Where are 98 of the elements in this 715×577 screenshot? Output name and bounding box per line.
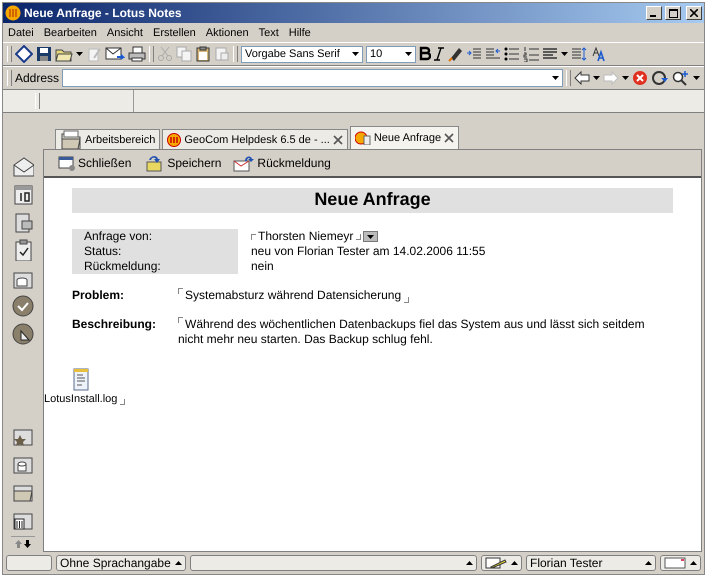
attachment-name[interactable]: LotusInstall.log [44,393,118,405]
name-field[interactable]: Thorsten Niemeyr [251,229,378,244]
stop-icon[interactable] [632,70,648,86]
menu-item[interactable]: Bearbeiten [38,26,102,38]
window-close-icon[interactable] [58,155,76,171]
caret-down-icon[interactable] [76,52,83,56]
caret-down-icon[interactable] [367,234,374,238]
action-button[interactable]: Speichern [143,154,222,172]
maximize-button[interactable] [665,6,681,20]
text-style-icon[interactable] [590,46,606,62]
caret-down-icon[interactable] [405,52,412,56]
tab[interactable]: GeoCom Helpdesk 6.5 de - ... [162,129,348,149]
document-logo-icon[interactable] [354,131,371,145]
paste-icon[interactable] [195,46,211,62]
dropdown-button[interactable] [363,231,378,242]
numbered-list-icon[interactable] [523,46,539,62]
address-field[interactable] [62,69,563,87]
bullet-list-icon[interactable] [504,46,520,62]
caret-down-icon[interactable] [593,76,600,80]
field-start-mark [178,317,183,323]
helpdesk-logo-icon[interactable] [167,132,182,146]
cut-icon [157,46,173,62]
pen-icon[interactable] [485,557,507,569]
field-label: Beschreibung: [72,317,158,333]
print-icon[interactable] [128,46,146,62]
diamond-icon[interactable] [15,45,33,63]
italic-icon[interactable] [434,46,444,62]
mail-button[interactable] [660,555,701,571]
log-file-icon[interactable] [72,367,90,391]
font-select[interactable]: Vorgabe Sans Serif [241,46,363,62]
mail-icon[interactable] [664,557,686,569]
status-panel[interactable] [6,555,52,571]
envelope-arrow-icon[interactable] [233,154,256,172]
language-button[interactable]: Ohne Sprachangabe [56,555,186,571]
check-circle-icon[interactable] [12,295,34,317]
refresh-icon[interactable] [651,70,669,86]
app-logo-icon [5,5,21,21]
action-button[interactable]: Rückmeldung [233,154,331,172]
field-label: Anfrage von: [72,229,238,244]
calendar-icon[interactable] [12,183,34,205]
forward-arrow-icon [603,71,619,85]
caret-up-icon[interactable] [645,561,652,565]
bold-icon[interactable] [419,46,431,62]
line-spacing-icon[interactable] [571,46,587,62]
field-value[interactable]: Systemabsturz während Datensicherung [178,288,673,303]
field-value[interactable]: Während des wöchentlichen Datenbackups fiel das System aus und lässt sich seitdem nicht mehr neu starten. Das Backup schlug fehl. [178,317,673,347]
caret-up-icon[interactable] [511,561,518,565]
address-label: Address [15,71,60,85]
down-arrow-icon[interactable] [24,540,31,548]
font-size-select[interactable]: 10 [366,46,416,62]
menu-item[interactable]: Datei [3,26,39,38]
save-icon[interactable] [36,46,52,62]
user-button[interactable]: Florian Tester [526,555,656,571]
caret-up-icon[interactable] [690,561,697,565]
field-label: Problem: [72,288,126,303]
search-icon[interactable] [672,70,690,86]
edit-document-icon [86,46,102,62]
tab[interactable]: Arbeitsbereich [55,129,160,149]
menu-item[interactable]: Aktionen [200,26,254,38]
field-label: Rückmeldung: [72,259,238,274]
folder-icon[interactable] [60,128,82,150]
field-label: Status: [72,244,238,259]
close-button[interactable] [686,6,702,20]
highlighter-icon[interactable] [447,46,463,62]
menu-item[interactable]: Erstellen [148,26,201,38]
triangle-circle-icon[interactable] [12,323,34,345]
field-start-mark [178,288,183,294]
menu-item[interactable]: Ansicht [102,26,148,38]
minimize-button[interactable] [646,6,662,20]
form-heading: Neue Anfrage [72,188,673,213]
caret-down-icon[interactable] [622,76,629,80]
paste-special-icon [214,46,230,62]
field-value: nein [251,259,274,274]
location-button[interactable] [481,555,522,571]
mail-send-icon[interactable] [105,46,125,62]
envelope-icon[interactable] [12,155,34,177]
caret-up-icon[interactable] [174,561,182,565]
menu-item[interactable]: Hilfe [284,26,316,38]
field-end-mark [120,399,126,405]
caret-down-icon[interactable] [561,52,568,56]
caret-down-icon[interactable] [693,76,700,80]
tab-close-icon[interactable] [332,134,343,144]
copy-icon [176,46,192,62]
back-arrow-icon[interactable] [574,71,590,85]
window-title: Neue Anfrage - Lotus Notes [24,6,183,20]
tab[interactable]: Neue Anfrage [350,126,460,149]
field-end-mark [404,297,410,303]
field-end-mark [356,234,362,240]
field-value: neu von Florian Tester am 14.02.2006 11:55 [251,244,486,259]
tab-close-icon[interactable] [444,133,454,143]
action-button[interactable]: Schließen [58,155,132,171]
close-icon[interactable] [690,9,698,17]
caret-down-icon[interactable] [352,52,359,56]
maximize-icon[interactable] [668,8,678,18]
menu-item[interactable]: Text [254,26,284,38]
caret-up-icon[interactable] [466,561,473,565]
caret-down-icon[interactable] [552,76,559,80]
field-start-mark [251,234,256,240]
